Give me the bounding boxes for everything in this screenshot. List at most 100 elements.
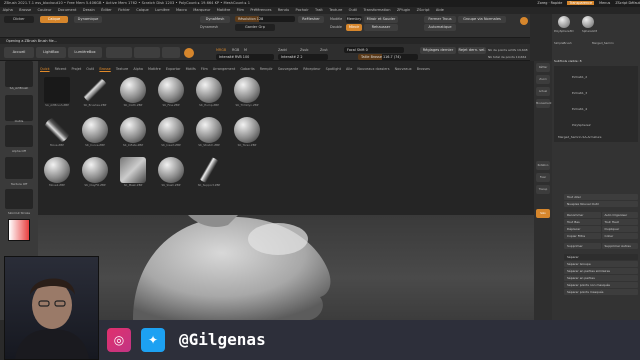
menu-macro[interactable]: Macro [176, 8, 187, 12]
last-settings-button[interactable]: Réglages dernier [420, 47, 456, 54]
delete-button[interactable]: Supprimer [564, 243, 601, 249]
brush-item[interactable]: SK_ClayFill.ZBP [80, 157, 110, 195]
menu-stencil[interactable]: Pochoir [296, 8, 309, 12]
actual-button[interactable]: Actuel [536, 87, 550, 96]
close-holes-button[interactable]: Fermer Trous [424, 16, 456, 23]
brush-item[interactable]: SK_Mask.ZBP [118, 157, 148, 195]
all-up-button[interactable]: Tout Haut [601, 219, 638, 225]
draw-icon[interactable] [134, 47, 160, 58]
zoom-button[interactable]: Zoom [536, 75, 550, 84]
subtool-item[interactable]: Extra61_3 [572, 90, 587, 96]
split-header[interactable]: Séparer [564, 254, 638, 260]
document-canvas[interactable] [38, 215, 534, 320]
tab-material[interactable]: Matière [148, 67, 161, 71]
menu-help[interactable]: Aide [436, 8, 444, 12]
tab-gabarits[interactable]: Gabarits [240, 67, 254, 71]
tab-spotlight[interactable]: Spotlight [326, 67, 341, 71]
material-sphere-icon[interactable] [184, 48, 194, 58]
tab-arrangement[interactable]: Arrangement [213, 67, 235, 71]
resolution-slider[interactable]: Résolution 128 [235, 16, 295, 22]
new-tool-button[interactable]: Nuaplex Nouvel Outil [564, 201, 638, 207]
tab-film[interactable]: Film [201, 67, 208, 71]
tab-new[interactable]: Nouveaux [395, 67, 412, 71]
menu-material[interactable]: Matière [217, 8, 231, 12]
subtool-item[interactable]: Merged_Samrin-SA-Armature [558, 134, 602, 140]
tab-brush[interactable]: Brosse [99, 67, 110, 71]
edit-icon[interactable] [106, 47, 132, 58]
subtool-item[interactable]: PolySphere2 [572, 122, 591, 128]
quick-save-button[interactable]: Zoreg · Rapide [537, 1, 562, 5]
move-button[interactable]: Mouvement [536, 99, 551, 108]
menu-movie[interactable]: Film [237, 8, 244, 12]
brush-item[interactable]: Move2.ZBP [42, 157, 72, 195]
zadd-toggle[interactable]: Zadd [278, 47, 287, 53]
layer-button[interactable]: Calque [40, 16, 68, 23]
menu-brush[interactable]: Brosse [19, 8, 31, 12]
menu-preferences[interactable]: Préférences [250, 8, 271, 12]
brush-item[interactable]: SK_Inflate.ZBP [118, 117, 148, 155]
texture-thumbnail-icon[interactable] [5, 157, 33, 179]
material-thumbnail-icon[interactable] [5, 189, 33, 209]
mrgb-toggle[interactable]: MRGB [216, 47, 226, 53]
delete-others-button[interactable]: Supprimer Autres [601, 243, 638, 249]
menu-marker[interactable]: Marqueur [193, 8, 210, 12]
tab-alle[interactable]: Alle [346, 67, 352, 71]
move-subtool-button[interactable]: Déplacer [564, 226, 601, 232]
alpha-thumbnail-icon[interactable] [5, 125, 33, 147]
lumiere-button[interactable]: LumièreBox [68, 47, 102, 58]
focal-shift-slider[interactable]: Focal Shift 0 [344, 47, 404, 53]
rotate-button[interactable]: Rotation [536, 161, 550, 170]
brush-item[interactable]: SK_Stretch.ZBP [194, 117, 224, 155]
rgb-toggle[interactable]: RGB [232, 47, 239, 53]
dynamic-button[interactable]: Dynamique [74, 16, 102, 23]
dicker-button[interactable]: Dicker [4, 16, 34, 23]
split-parts-button[interactable]: Séparer en parties [564, 275, 638, 281]
tab-new-folders[interactable]: Nouveaux dossiers [357, 67, 389, 71]
menu-edit[interactable]: Éditer [101, 8, 112, 12]
tab-tool[interactable]: Outil [86, 67, 94, 71]
auto-reorder-button[interactable]: Auto Organiser [601, 212, 638, 218]
tab-quick[interactable]: Quick [40, 67, 50, 71]
reject-last-button[interactable]: Rejet dern. sel. [458, 47, 486, 54]
tab-recent[interactable]: Récent [55, 67, 67, 71]
paste-button[interactable]: Coller [601, 233, 638, 239]
zscript-button[interactable]: ZScript Défaut [615, 1, 640, 5]
solo-button[interactable]: Solo [536, 209, 550, 218]
duplicate-button[interactable]: Dupliquer [601, 226, 638, 232]
all-low-button[interactable]: Tout Aller [564, 194, 638, 200]
menu-tool[interactable]: Outil [349, 8, 358, 12]
draw-size-slider[interactable]: Taille Brosse 116.7 (74) [358, 54, 418, 60]
mentry-button[interactable]: Membry [346, 16, 362, 23]
stroke-thumbnail-icon[interactable] [5, 95, 33, 121]
zcut-toggle[interactable]: Zcut [320, 47, 328, 53]
split-unmasked-button[interactable]: Séparer points non masqués [564, 282, 638, 288]
tab-recepteur[interactable]: Récepteur [303, 67, 320, 71]
tab-export[interactable]: Exportar [166, 67, 181, 71]
settings-icon[interactable] [520, 17, 528, 25]
polysphere-icon[interactable] [558, 16, 570, 28]
tab-remplir[interactable]: Remplir [260, 67, 273, 71]
brush-item[interactable]: SK_Support.ZBP [194, 157, 224, 195]
brush-item[interactable]: SK_Fine.ZBP [156, 77, 186, 115]
brush-thumbnail-icon[interactable] [5, 61, 33, 87]
menu-render[interactable]: Rendu [278, 8, 289, 12]
brush-item[interactable]: SK_Slash.ZBP [156, 157, 186, 195]
menu-draw[interactable]: Dessin [83, 8, 95, 12]
menu-zscript[interactable]: ZScript [417, 8, 430, 12]
menu-stroke[interactable]: Trait [315, 8, 323, 12]
automatic-button[interactable]: Automatique [424, 24, 456, 31]
tab-texture[interactable]: Texture [116, 67, 128, 71]
z-intensity-slider[interactable]: Intensité Z 2 [278, 54, 328, 60]
mirror-button[interactable]: Miroir [346, 24, 362, 31]
menu-transform[interactable]: Transformation [364, 8, 391, 12]
brush-item[interactable]: SK_Insert.ZBP [156, 117, 186, 155]
brush-item[interactable]: SK_TrimDyn.ZBP [232, 77, 262, 115]
keep-groups-button[interactable]: Garder Grp [235, 24, 275, 31]
brush-item[interactable]: SK_Brushes.ZBP [80, 77, 110, 115]
menu-document[interactable]: Document [58, 8, 77, 12]
zsub-toggle[interactable]: Zsub [300, 47, 308, 53]
transparency-toggle[interactable]: Transparence [567, 1, 595, 5]
menu-file[interactable]: Fichier [118, 8, 130, 12]
group-by-normals-button[interactable]: Groupe via Normales [458, 16, 506, 23]
brush-item[interactable]: SK_Curve.ZBP [80, 117, 110, 155]
